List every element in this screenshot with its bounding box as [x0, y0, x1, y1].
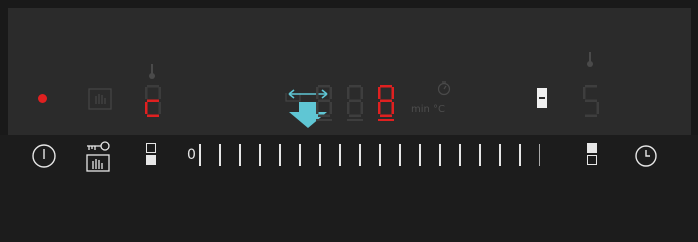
slider-start-label: 0 [187, 147, 196, 163]
power-icon[interactable] [31, 143, 57, 169]
key-lock-icon[interactable] [85, 141, 113, 173]
thermometer-icon-right [587, 52, 593, 67]
timer-digit-3 [378, 85, 394, 117]
zone-select-button-right[interactable] [587, 143, 597, 165]
slider-tick[interactable] [399, 144, 401, 166]
slider-tick[interactable] [379, 144, 381, 166]
slider-tick[interactable] [199, 144, 201, 166]
cooktop-control-panel: c min [0, 0, 698, 242]
slider-tick[interactable] [299, 144, 301, 166]
clock-icon[interactable] [634, 144, 658, 168]
timer-underline-2 [347, 119, 363, 121]
timer-underline-1 [316, 119, 332, 121]
slider-tick[interactable] [459, 144, 461, 166]
timer-digit-1 [316, 85, 332, 117]
thermometer-icon [149, 64, 155, 79]
timer-digit-2 [347, 85, 363, 117]
slider-tick[interactable] [259, 144, 261, 166]
slider-tick[interactable] [279, 144, 281, 166]
stopwatch-icon [437, 81, 451, 96]
hand-icon [88, 88, 112, 110]
timer-unit-temp: °C [433, 104, 445, 115]
slider-tick[interactable] [359, 144, 361, 166]
timer-unit-min: min [411, 104, 430, 115]
slider-tick[interactable] [539, 144, 540, 166]
slider-tick[interactable] [339, 144, 341, 166]
zone-select-button-left[interactable] [146, 143, 156, 165]
right-digit [583, 85, 599, 117]
slider-tick[interactable] [239, 144, 241, 166]
heat-level-digit [145, 85, 161, 117]
slider-tick[interactable] [219, 144, 221, 166]
zone-indicator [537, 88, 547, 108]
power-indicator-dot [38, 94, 47, 103]
slider-tick[interactable] [319, 144, 321, 166]
timer-underline-3 [378, 119, 394, 121]
slider-tick[interactable] [419, 144, 421, 166]
slider-tick[interactable] [519, 144, 521, 166]
slider-tick[interactable] [439, 144, 441, 166]
slider-tick[interactable] [499, 144, 501, 166]
slider-tick[interactable] [479, 144, 481, 166]
